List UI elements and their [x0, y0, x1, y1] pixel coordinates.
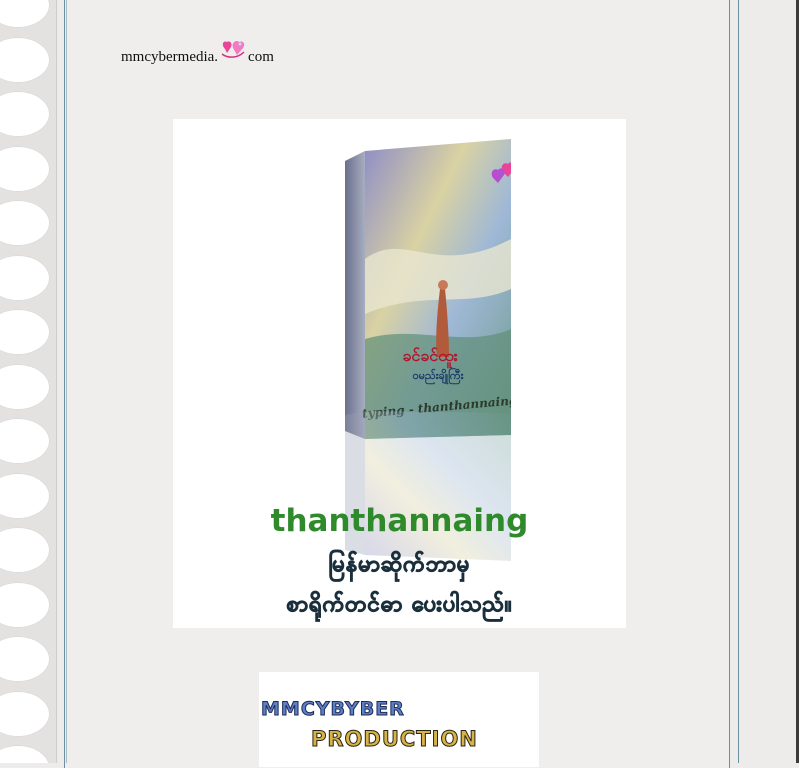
binding-scallop — [0, 36, 50, 83]
brand-prefix: mmcybermedia. — [121, 49, 219, 65]
page-right-border — [738, 0, 739, 763]
binding-scallop — [0, 0, 50, 28]
binding-scallop — [0, 527, 50, 573]
page-binding-strip — [0, 0, 57, 763]
binding-scallop — [0, 145, 50, 192]
book-cover-image: ခင်ခင်ထူး ဝမည်းချိုကြီး typing - thantha… — [173, 119, 626, 628]
binding-scallop — [0, 254, 50, 301]
book-illustration: ခင်ခင်ထူး ဝမည်းချိုကြီး typing - thantha… — [345, 139, 511, 439]
binding-scallop — [0, 309, 50, 355]
binding-scallop — [0, 91, 50, 137]
header-brand: mmcybermedia. com — [121, 40, 274, 66]
binding-scallop — [0, 690, 50, 737]
cover-myanmar-line-2: စာရိုက်တင်ဓာ ပေးပါသည်။ — [286, 592, 513, 618]
cover-myanmar-line-1: မြန်မာဆိုက်ဘာမှ — [328, 552, 471, 578]
banner-line-1: MMCYBYBER — [261, 698, 405, 721]
cover-title: thanthannaing — [270, 503, 529, 539]
binding-scallop — [0, 581, 50, 628]
binding-scallop — [0, 636, 50, 682]
production-banner: MMCYBYBER PRODUCTION — [259, 672, 539, 767]
binding-scallop — [0, 472, 50, 519]
brand-suffix: com — [248, 49, 274, 65]
binding-scallop — [0, 200, 50, 246]
binding-scallop — [0, 363, 50, 410]
page-margin-line — [66, 0, 67, 763]
heart-logo-icon — [221, 40, 245, 58]
banner-line-2: PRODUCTION — [311, 727, 478, 752]
binding-scallop — [0, 418, 50, 464]
binding-scallop — [0, 745, 50, 763]
